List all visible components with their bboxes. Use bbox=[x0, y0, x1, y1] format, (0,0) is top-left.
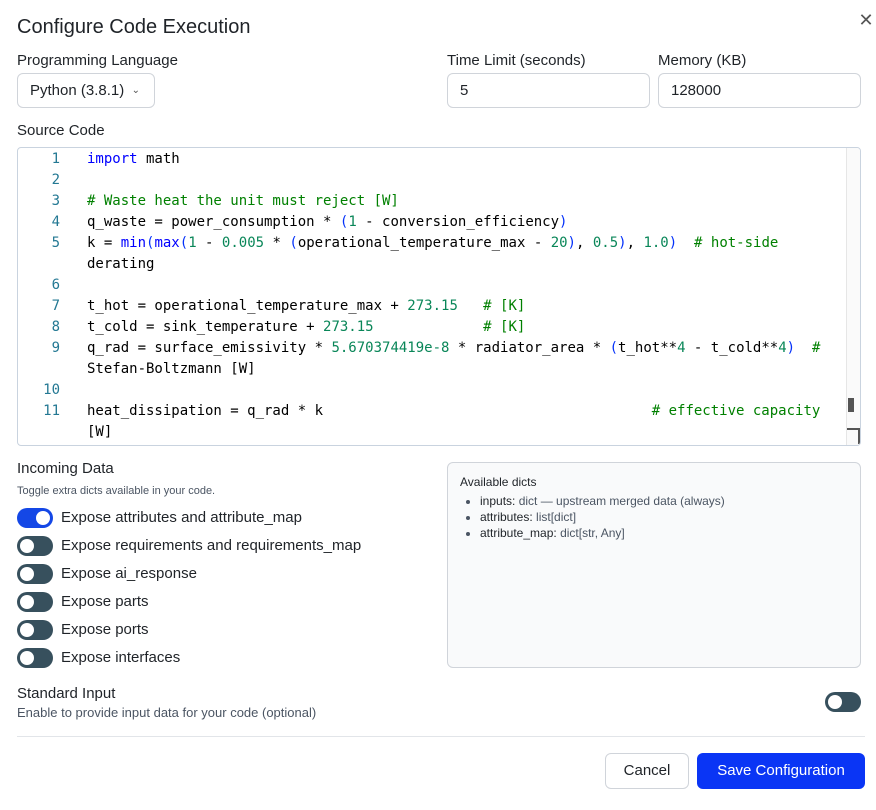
code-text: derating bbox=[87, 256, 155, 272]
dict-key: inputs: bbox=[480, 494, 516, 508]
toggle-switch[interactable] bbox=[17, 648, 53, 668]
footer-divider bbox=[17, 736, 865, 737]
code-text: [W] bbox=[87, 424, 113, 440]
toggle-label: Expose ports bbox=[61, 621, 149, 638]
incoming-data-subtitle: Toggle extra dicts available in your cod… bbox=[17, 485, 216, 497]
code-text: q_rad = surface_emissivity * 5.670374419… bbox=[87, 340, 821, 356]
dict-item: attributes: list[dict] bbox=[480, 509, 848, 525]
code-text: import math bbox=[87, 151, 180, 167]
line-number: 6 bbox=[51, 277, 60, 293]
chevron-down-icon: ⌄ bbox=[131, 85, 140, 96]
line-number: 8 bbox=[51, 319, 60, 335]
language-label: Programming Language bbox=[17, 52, 178, 69]
dict-description: dict[str, Any] bbox=[560, 526, 625, 540]
toggle-label: Expose attributes and attribute_map bbox=[61, 509, 302, 526]
dict-description: dict — upstream merged data (always) bbox=[518, 494, 725, 508]
toggle-label: Expose parts bbox=[61, 593, 149, 610]
language-select[interactable]: Python (3.8.1) ⌄ bbox=[17, 73, 155, 108]
code-text: q_waste = power_consumption * (1 - conve… bbox=[87, 214, 568, 230]
code-text: # Waste heat the unit must reject [W] bbox=[87, 193, 399, 209]
toggle-knob bbox=[828, 695, 842, 709]
scrollbar-marker bbox=[848, 398, 854, 412]
dict-description: list[dict] bbox=[536, 510, 577, 524]
toggle-label: Expose ai_response bbox=[61, 565, 197, 582]
scrollbar-marker bbox=[858, 430, 860, 444]
dict-key: attribute_map: bbox=[480, 526, 557, 540]
dict-item: inputs: dict — upstream merged data (alw… bbox=[480, 493, 848, 509]
language-value: Python (3.8.1) bbox=[30, 82, 125, 99]
code-text: Stefan-Boltzmann [W] bbox=[87, 361, 256, 377]
toggle-knob bbox=[20, 623, 34, 637]
line-number: 4 bbox=[51, 214, 60, 230]
toggle-knob bbox=[20, 651, 34, 665]
toggle-switch[interactable] bbox=[17, 536, 53, 556]
source-code-label: Source Code bbox=[17, 122, 105, 139]
line-number: 11 bbox=[43, 403, 60, 419]
memory-label: Memory (KB) bbox=[658, 52, 747, 69]
dialog-title: Configure Code Execution bbox=[17, 16, 251, 38]
toggle-switch[interactable] bbox=[17, 508, 53, 528]
close-icon[interactable]: ✕ bbox=[857, 11, 875, 29]
code-text: t_hot = operational_temperature_max + 27… bbox=[87, 298, 526, 314]
line-number: 10 bbox=[43, 382, 60, 398]
toggle-knob bbox=[20, 539, 34, 553]
incoming-data-title: Incoming Data bbox=[17, 460, 114, 477]
time-limit-input[interactable]: 5 bbox=[447, 73, 650, 108]
line-number: 9 bbox=[51, 340, 60, 356]
toggle-switch[interactable] bbox=[17, 564, 53, 584]
line-number: 3 bbox=[51, 193, 60, 209]
code-text: k = min(max(1 - 0.005 * (operational_tem… bbox=[87, 235, 779, 251]
cancel-button[interactable]: Cancel bbox=[605, 753, 689, 789]
save-configuration-button[interactable]: Save Configuration bbox=[697, 753, 865, 789]
code-text: t_cold = sink_temperature + 273.15 # [K] bbox=[87, 319, 526, 335]
dict-key: attributes: bbox=[480, 510, 533, 524]
time-limit-label: Time Limit (seconds) bbox=[447, 52, 586, 69]
toggle-label: Expose requirements and requirements_map bbox=[61, 537, 362, 554]
line-number: 1 bbox=[51, 151, 60, 167]
code-editor[interactable]: 1 import math 2 3 # Waste heat the unit must… bbox=[17, 147, 861, 446]
line-number: 7 bbox=[51, 298, 60, 314]
toggle-label: Expose interfaces bbox=[61, 649, 181, 666]
available-dicts-title: Available dicts bbox=[460, 475, 537, 489]
toggle-knob bbox=[20, 567, 34, 581]
available-dicts-panel: Available dicts inputs: dict — upstream … bbox=[447, 462, 861, 668]
standard-input-toggle[interactable] bbox=[825, 692, 861, 712]
available-dicts-list: inputs: dict — upstream merged data (alw… bbox=[460, 493, 848, 541]
dict-item: attribute_map: dict[str, Any] bbox=[480, 525, 848, 541]
line-number: 5 bbox=[51, 235, 60, 251]
toggle-knob bbox=[36, 511, 50, 525]
code-text: heat_dissipation = q_rad * k # effective… bbox=[87, 403, 821, 419]
standard-input-subtitle: Enable to provide input data for your co… bbox=[17, 705, 317, 720]
memory-input[interactable]: 128000 bbox=[658, 73, 861, 108]
standard-input-title: Standard Input bbox=[17, 685, 116, 702]
toggle-knob bbox=[20, 595, 34, 609]
toggle-switch[interactable] bbox=[17, 620, 53, 640]
toggle-switch[interactable] bbox=[17, 592, 53, 612]
line-number: 2 bbox=[51, 172, 60, 188]
